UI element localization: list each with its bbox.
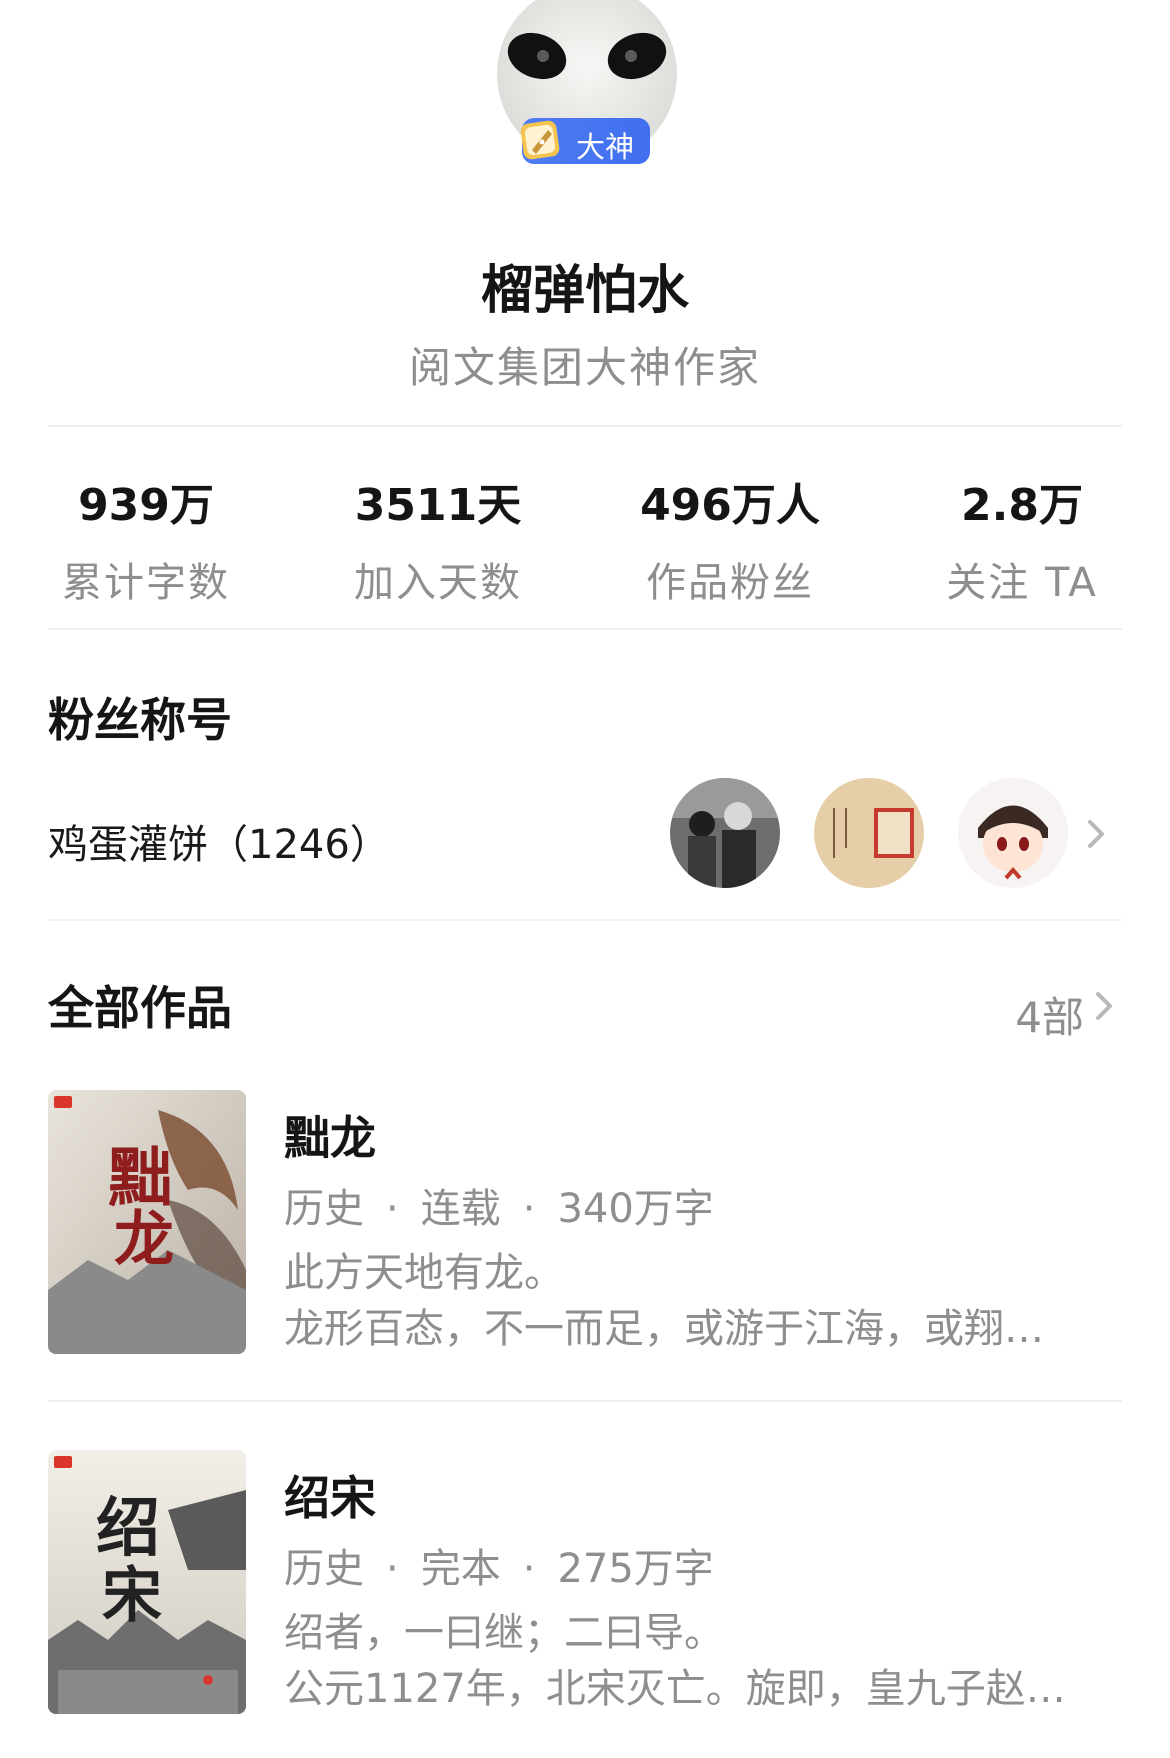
book-meta: 历史 · 连载 · 340万字 [284,1176,714,1234]
fan-avatar [670,778,780,888]
book-status: 完本 [420,1546,501,1592]
badge-label: 大神 [576,130,635,164]
fan-title-label: 鸡蛋灌饼（1246） [48,822,390,868]
cover-title-glyph: 宋 [102,1561,162,1631]
book-word-count: 340万字 [557,1186,714,1232]
cover-title-glyph: 绍 [96,1491,160,1566]
stat-label: 累计字数 [62,560,230,606]
book-item[interactable]: 绍 宋 绍宋 历史 · 完本 · 275万字 绍者，一曰继；二曰导。 公元1127年，北… [48,1450,1122,1714]
fan-title-row[interactable]: 鸡蛋灌饼（1246） [48,778,1122,890]
author-name: 榴弹怕水 [480,261,689,321]
book-desc-line: 龙形百态，不一而足，或游于江海，或翔… [284,1306,1044,1352]
stat-value: 496万人 [640,480,820,531]
stat-label: 加入天数 [354,560,522,606]
book-item[interactable]: 黜 龙 黜龙 历史 · 连载 · 340万字 此方天地有龙。 龙形百态，不一而足，或游于… [48,1090,1122,1354]
book-genre: 历史 [284,1186,364,1232]
fan-avatar-document [814,778,924,888]
author-title: 阅文集团大神作家 [408,343,761,392]
book-title: 绍宋 [284,1471,376,1525]
meta-separator: · [386,1186,399,1232]
divider [48,1400,1122,1402]
pen-nib-icon [520,120,560,160]
book-cover-image: 黜 龙 [48,1090,246,1354]
stat-value: 939万 [78,480,214,531]
stat-join-days: 3511天 加入天数 [292,478,584,608]
chevron-right-icon[interactable] [1084,814,1110,854]
meta-separator: · [522,1186,536,1232]
divider [48,425,1122,427]
book-desc-line: 公元1127年，北宋灭亡。旋即，皇九子赵… [284,1666,1066,1712]
stat-value: 3511天 [354,480,522,531]
book-desc-line: 绍者，一曰继；二曰导。 [284,1610,724,1656]
stat-label: 关注 TA [946,560,1098,606]
fan-avatar-photo [670,778,780,888]
stat-value: 2.8万 [961,480,1083,531]
book-status: 连载 [420,1186,501,1232]
stat-fans[interactable]: 496万人 作品粉丝 [584,478,876,608]
divider [48,628,1122,630]
book-word-count: 275万字 [557,1546,714,1592]
meta-separator: · [522,1546,536,1592]
book-cover-image: 绍 宋 [48,1450,246,1714]
stat-total-words: 939万 累计字数 [0,478,292,608]
book-genre: 历史 [284,1546,364,1592]
divider [48,919,1122,921]
stat-following[interactable]: 2.8万 关注 TA [876,478,1168,608]
meta-separator: · [386,1546,399,1592]
fan-avatar [958,778,1068,888]
book-cover: 黜 龙 [48,1090,246,1354]
fan-avatar [814,778,924,888]
fan-avatar-anime [958,778,1068,888]
works-count-link[interactable]: 4部 [1015,984,1084,1045]
stat-label: 作品粉丝 [646,560,814,606]
cover-title-glyph: 龙 [114,1205,174,1275]
book-cover: 绍 宋 [48,1450,246,1714]
book-title: 黜龙 [284,1111,376,1165]
works-section-heading: 全部作品 [48,981,232,1035]
great-god-badge: 大神 [520,118,650,164]
chevron-right-icon[interactable] [1092,986,1118,1026]
book-meta: 历史 · 完本 · 275万字 [284,1536,714,1594]
fan-section-heading: 粉丝称号 [48,693,232,747]
book-desc-line: 此方天地有龙。 [284,1250,564,1296]
